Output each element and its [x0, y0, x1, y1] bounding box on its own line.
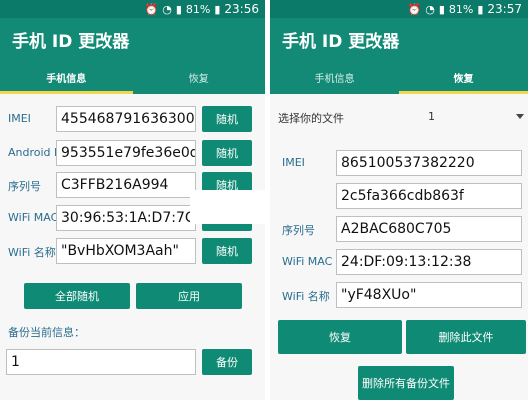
android-id-random-button[interactable]: 随机 [202, 140, 252, 166]
wifi-mac-value: 24:DF:09:13:12:38 [336, 249, 522, 275]
app-title: 手机 ID 更改器 [270, 18, 528, 60]
android-id-field[interactable]: 953551e79fe36e0d [56, 140, 196, 166]
imei-field[interactable]: 455468791636300 [56, 106, 196, 132]
status-bar: ⏰ ◔ ▮ 81% ▮ 23:57 [270, 0, 528, 18]
backup-label: 备份当前信息： [8, 326, 85, 339]
tab-bar: 手机信息 恢复 [0, 60, 265, 94]
delete-file-button[interactable]: 删除此文件 [406, 320, 526, 354]
signal-icon: ▮ [175, 2, 182, 16]
wifi-mac-label: WiFi MAC [8, 211, 59, 224]
delete-all-backups-button[interactable]: 删除所有备份文件 [358, 366, 454, 400]
wifi-name-row: WiFi 名称 "yF48XUo" [270, 282, 528, 310]
tab-phone-info[interactable]: 手机信息 [0, 60, 133, 94]
wifi-mac-row: WiFi MAC 24:DF:09:13:12:38 [270, 249, 528, 277]
battery-icon: ▮ [214, 2, 221, 16]
imei-label: IMEI [282, 156, 305, 169]
android-id-row: 2c5fa366cdb863f [270, 183, 528, 211]
tab-restore[interactable]: 恢复 [399, 60, 528, 94]
imei-value: 865100537382220 [336, 150, 522, 176]
android-id-row: Android ID 953551e79fe36e0d 随机 [0, 140, 265, 168]
wifi-name-row: WiFi 名称 "BvHbXOM3Aah" 随机 [0, 238, 265, 266]
wifi-icon: ◔ [162, 2, 172, 16]
random-all-button[interactable]: 全部随机 [24, 283, 130, 309]
wifi-name-label: WiFi 名称 [282, 290, 330, 303]
wifi-mac-label: WiFi MAC [282, 255, 333, 268]
battery-percent: 81% [448, 2, 474, 16]
backup-name-input[interactable]: 1 [6, 349, 196, 375]
clock: 23:56 [224, 2, 259, 16]
wifi-mac-field[interactable]: 30:96:53:1A:D7:7C [56, 205, 196, 231]
signal-icon: ▮ [438, 2, 445, 16]
imei-row: IMEI 865100537382220 [270, 150, 528, 178]
serial-label: 序列号 [8, 180, 41, 193]
android-id-value: 2c5fa366cdb863f [336, 183, 522, 209]
imei-row: IMEI 455468791636300 随机 [0, 106, 265, 134]
wifi-name-value: "yF48XUo" [336, 282, 522, 308]
wifi-name-field[interactable]: "BvHbXOM3Aah" [56, 238, 196, 264]
status-bar: ⏰ ◔ ▮ 81% ▮ 23:56 [0, 0, 265, 18]
alarm-icon: ⏰ [144, 2, 159, 16]
wifi-icon: ◔ [425, 2, 435, 16]
wifi-name-label: WiFi 名称 [8, 246, 56, 259]
alarm-icon: ⏰ [407, 2, 422, 16]
battery-icon: ▮ [477, 2, 484, 16]
backup-button[interactable]: 备份 [202, 349, 252, 375]
tab-restore[interactable]: 恢复 [133, 60, 266, 94]
imei-random-button[interactable]: 随机 [202, 106, 252, 132]
right-screen: ⏰ ◔ ▮ 81% ▮ 23:57 手机 ID 更改器 手机信息 恢复 选择你的… [270, 0, 528, 400]
battery-percent: 81% [185, 2, 211, 16]
serial-row: 序列号 A2BAC680C705 [270, 216, 528, 244]
apply-button[interactable]: 应用 [136, 283, 242, 309]
select-file-label: 选择你的文件 [278, 112, 344, 125]
serial-value: A2BAC680C705 [336, 216, 522, 242]
tab-phone-info[interactable]: 手机信息 [270, 60, 399, 94]
restore-button[interactable]: 恢复 [278, 320, 402, 354]
app-title: 手机 ID 更改器 [0, 18, 265, 60]
tab-bar: 手机信息 恢复 [270, 60, 528, 94]
wifi-name-random-button[interactable]: 随机 [202, 238, 252, 264]
imei-label: IMEI [8, 112, 31, 125]
dropdown-arrow-icon[interactable] [516, 114, 524, 119]
clock: 23:57 [487, 2, 522, 16]
serial-label: 序列号 [282, 224, 315, 237]
file-select[interactable]: 1 [428, 110, 435, 123]
serial-field[interactable]: C3FFB216A994 [56, 172, 196, 198]
